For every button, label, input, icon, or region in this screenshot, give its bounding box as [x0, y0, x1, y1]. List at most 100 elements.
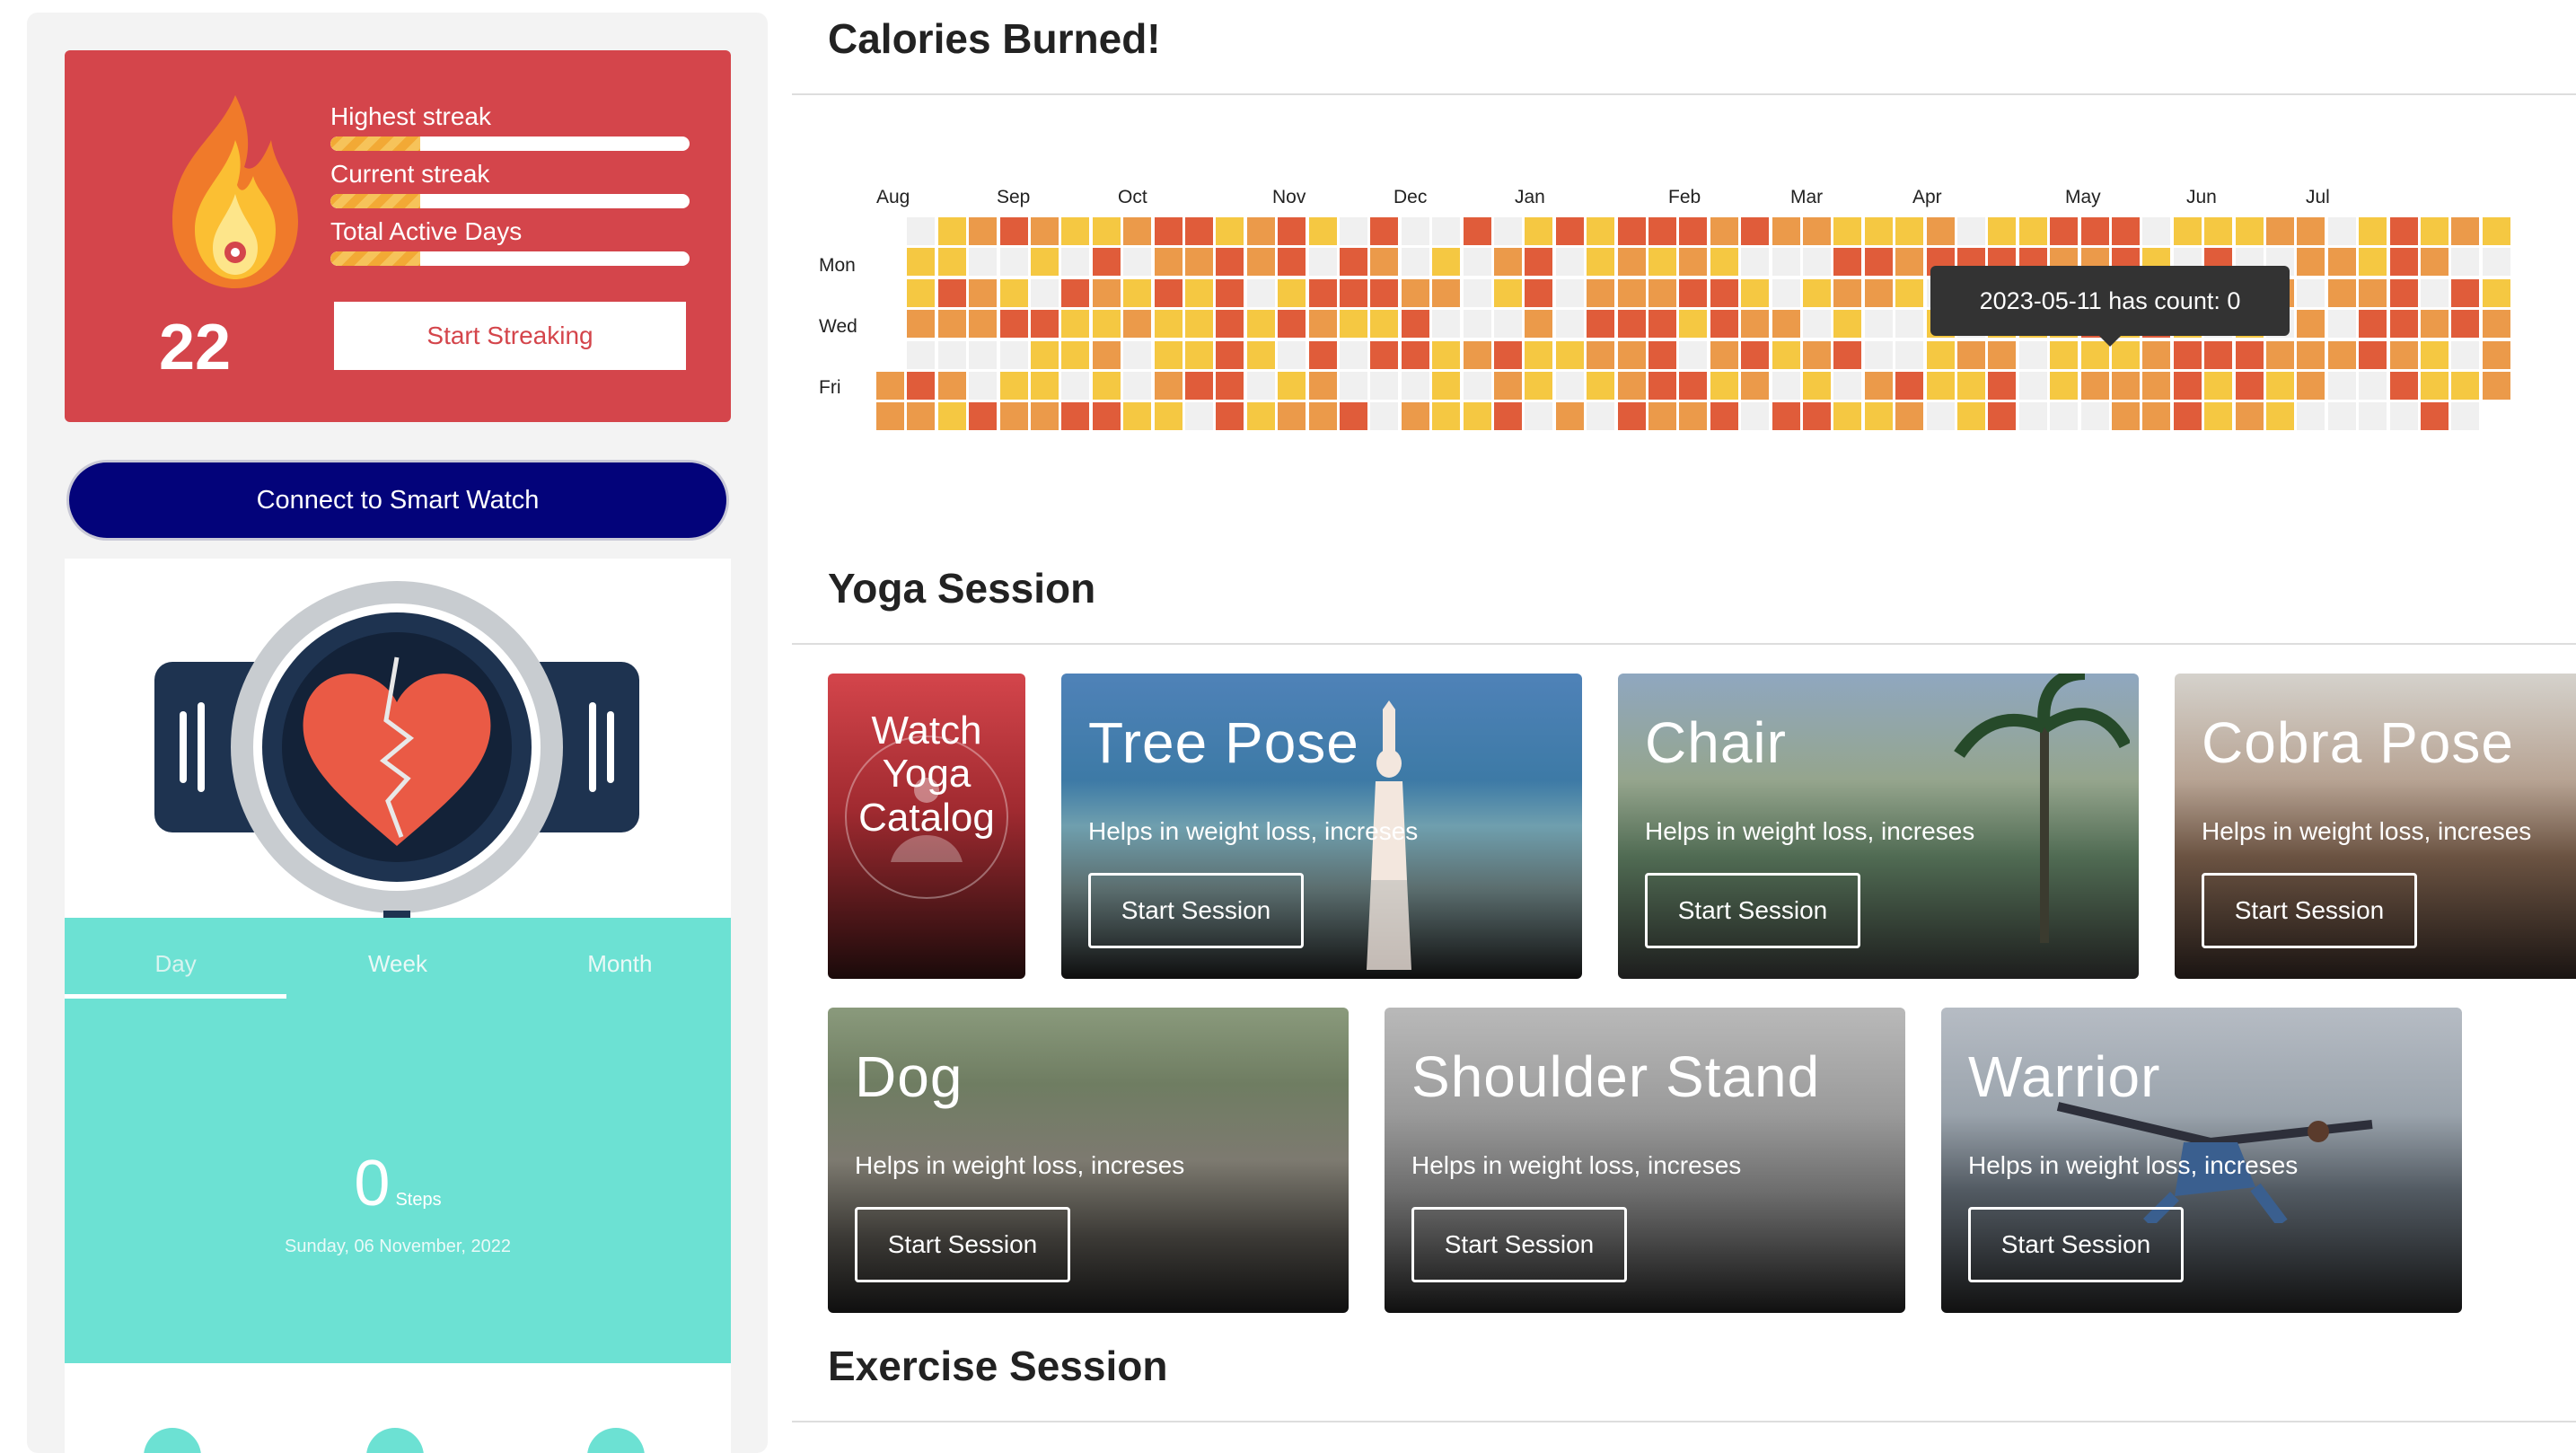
- heatmap-cell[interactable]: [2266, 372, 2294, 400]
- heatmap-cell[interactable]: [1864, 372, 1893, 400]
- heatmap-cell[interactable]: [1494, 340, 1522, 369]
- heatmap-cell[interactable]: [1246, 217, 1275, 245]
- heatmap-cell[interactable]: [2421, 217, 2449, 245]
- heatmap-cell[interactable]: [1988, 402, 2017, 431]
- heatmap-cell[interactable]: [1278, 402, 1306, 431]
- heatmap-cell[interactable]: [1587, 310, 1615, 339]
- heatmap-cell[interactable]: [1710, 402, 1738, 431]
- heatmap-cell[interactable]: [1710, 248, 1738, 277]
- heatmap-cell[interactable]: [1772, 248, 1800, 277]
- heatmap-cell[interactable]: [1061, 217, 1090, 245]
- heatmap-cell[interactable]: [1031, 402, 1059, 431]
- heatmap-cell[interactable]: [1246, 340, 1275, 369]
- heatmap-cell[interactable]: [2204, 340, 2233, 369]
- heatmap-cell[interactable]: [969, 340, 998, 369]
- heatmap-cell[interactable]: [1833, 278, 1862, 307]
- heatmap-cell[interactable]: [2080, 372, 2109, 400]
- heatmap-cell[interactable]: [2359, 248, 2387, 277]
- start-session-button[interactable]: Start Session: [1088, 873, 1304, 948]
- heatmap-cell[interactable]: [876, 402, 904, 431]
- heatmap-cell[interactable]: [1246, 248, 1275, 277]
- heatmap-cell[interactable]: [2421, 278, 2449, 307]
- heatmap-cell[interactable]: [907, 217, 936, 245]
- heatmap-cell[interactable]: [1031, 372, 1059, 400]
- heatmap-cell[interactable]: [1154, 248, 1182, 277]
- heatmap-cell[interactable]: [1679, 372, 1708, 400]
- heatmap-cell[interactable]: [1031, 278, 1059, 307]
- heatmap-cell[interactable]: [1340, 340, 1367, 369]
- heatmap-cell[interactable]: [1123, 340, 1152, 369]
- heatmap-cell[interactable]: [1895, 340, 1924, 369]
- heatmap-cell[interactable]: [1432, 372, 1461, 400]
- heatmap-cell[interactable]: [2451, 248, 2480, 277]
- heatmap-cell[interactable]: [1154, 340, 1182, 369]
- heatmap-cell[interactable]: [1031, 340, 1059, 369]
- heatmap-cell[interactable]: [907, 278, 936, 307]
- heatmap-cell[interactable]: [1432, 248, 1461, 277]
- heatmap-cell[interactable]: [1370, 248, 1399, 277]
- start-session-button[interactable]: Start Session: [855, 1207, 1070, 1282]
- heatmap-cell[interactable]: [2482, 248, 2510, 277]
- heatmap-cell[interactable]: [1648, 310, 1676, 339]
- heatmap-cell[interactable]: [1648, 372, 1676, 400]
- heatmap-cell[interactable]: [1741, 217, 1770, 245]
- heatmap-cell[interactable]: [1278, 248, 1306, 277]
- heatmap-cell[interactable]: [969, 372, 998, 400]
- heatmap-cell[interactable]: [2327, 310, 2356, 339]
- heatmap-cell[interactable]: [1185, 278, 1213, 307]
- heatmap-cell[interactable]: [1216, 340, 1244, 369]
- heatmap-cell[interactable]: [1401, 248, 1429, 277]
- heatmap-cell[interactable]: [2173, 372, 2202, 400]
- heatmap-cell[interactable]: [1772, 340, 1800, 369]
- heatmap-cell[interactable]: [876, 372, 904, 400]
- heatmap-cell[interactable]: [1154, 278, 1182, 307]
- heatmap-cell[interactable]: [1092, 402, 1121, 431]
- heatmap-cell[interactable]: [1123, 372, 1152, 400]
- heatmap-cell[interactable]: [1525, 402, 1553, 431]
- heatmap-cell[interactable]: [1463, 248, 1491, 277]
- heatmap-cell[interactable]: [2421, 248, 2449, 277]
- heatmap-cell[interactable]: [1617, 217, 1646, 245]
- heatmap-cell[interactable]: [1494, 217, 1522, 245]
- heatmap-cell[interactable]: [1031, 310, 1059, 339]
- heatmap-cell[interactable]: [2297, 217, 2325, 245]
- start-session-button[interactable]: Start Session: [2202, 873, 2417, 948]
- heatmap-cell[interactable]: [1278, 372, 1306, 400]
- heatmap-cell[interactable]: [1123, 248, 1152, 277]
- heatmap-cell[interactable]: [1123, 278, 1152, 307]
- heatmap-cell[interactable]: [1710, 217, 1738, 245]
- heatmap-cell[interactable]: [1803, 402, 1831, 431]
- heatmap-cell[interactable]: [1555, 278, 1584, 307]
- heatmap-cell[interactable]: [969, 278, 998, 307]
- heatmap-cell[interactable]: [1741, 340, 1770, 369]
- heatmap-cell[interactable]: [969, 248, 998, 277]
- tab-day[interactable]: Day: [65, 918, 287, 999]
- yoga-card-shoulder-stand[interactable]: Shoulder Stand Helps in weight loss, inc…: [1385, 1008, 1905, 1313]
- heatmap-cell[interactable]: [1895, 278, 1924, 307]
- heatmap-cell[interactable]: [1061, 278, 1090, 307]
- heatmap-cell[interactable]: [1803, 340, 1831, 369]
- heatmap-cell[interactable]: [999, 372, 1028, 400]
- heatmap-cell[interactable]: [1741, 310, 1770, 339]
- heatmap-cell[interactable]: [1401, 217, 1429, 245]
- heatmap-cell[interactable]: [1833, 248, 1862, 277]
- heatmap-cell[interactable]: [1308, 340, 1337, 369]
- heatmap-cell[interactable]: [1216, 278, 1244, 307]
- heatmap-cell[interactable]: [1340, 248, 1367, 277]
- heatmap-cell[interactable]: [1988, 372, 2017, 400]
- yoga-card-tree-pose[interactable]: Tree Pose Helps in weight loss, increses…: [1061, 674, 1582, 979]
- heatmap-cell[interactable]: [937, 310, 966, 339]
- heatmap-cell[interactable]: [1278, 278, 1306, 307]
- heatmap-cell[interactable]: [2389, 340, 2418, 369]
- heatmap-cell[interactable]: [1525, 217, 1553, 245]
- heatmap-cell[interactable]: [2142, 340, 2171, 369]
- heatmap-cell[interactable]: [1401, 310, 1429, 339]
- heatmap-cell[interactable]: [1895, 402, 1924, 431]
- heatmap-cell[interactable]: [1092, 248, 1121, 277]
- heatmap-cell[interactable]: [1031, 248, 1059, 277]
- heatmap-cell[interactable]: [1154, 217, 1182, 245]
- heatmap-cell[interactable]: [2018, 340, 2047, 369]
- heatmap-cell[interactable]: [1494, 402, 1522, 431]
- heatmap-cell[interactable]: [2112, 372, 2140, 400]
- heatmap-cell[interactable]: [937, 278, 966, 307]
